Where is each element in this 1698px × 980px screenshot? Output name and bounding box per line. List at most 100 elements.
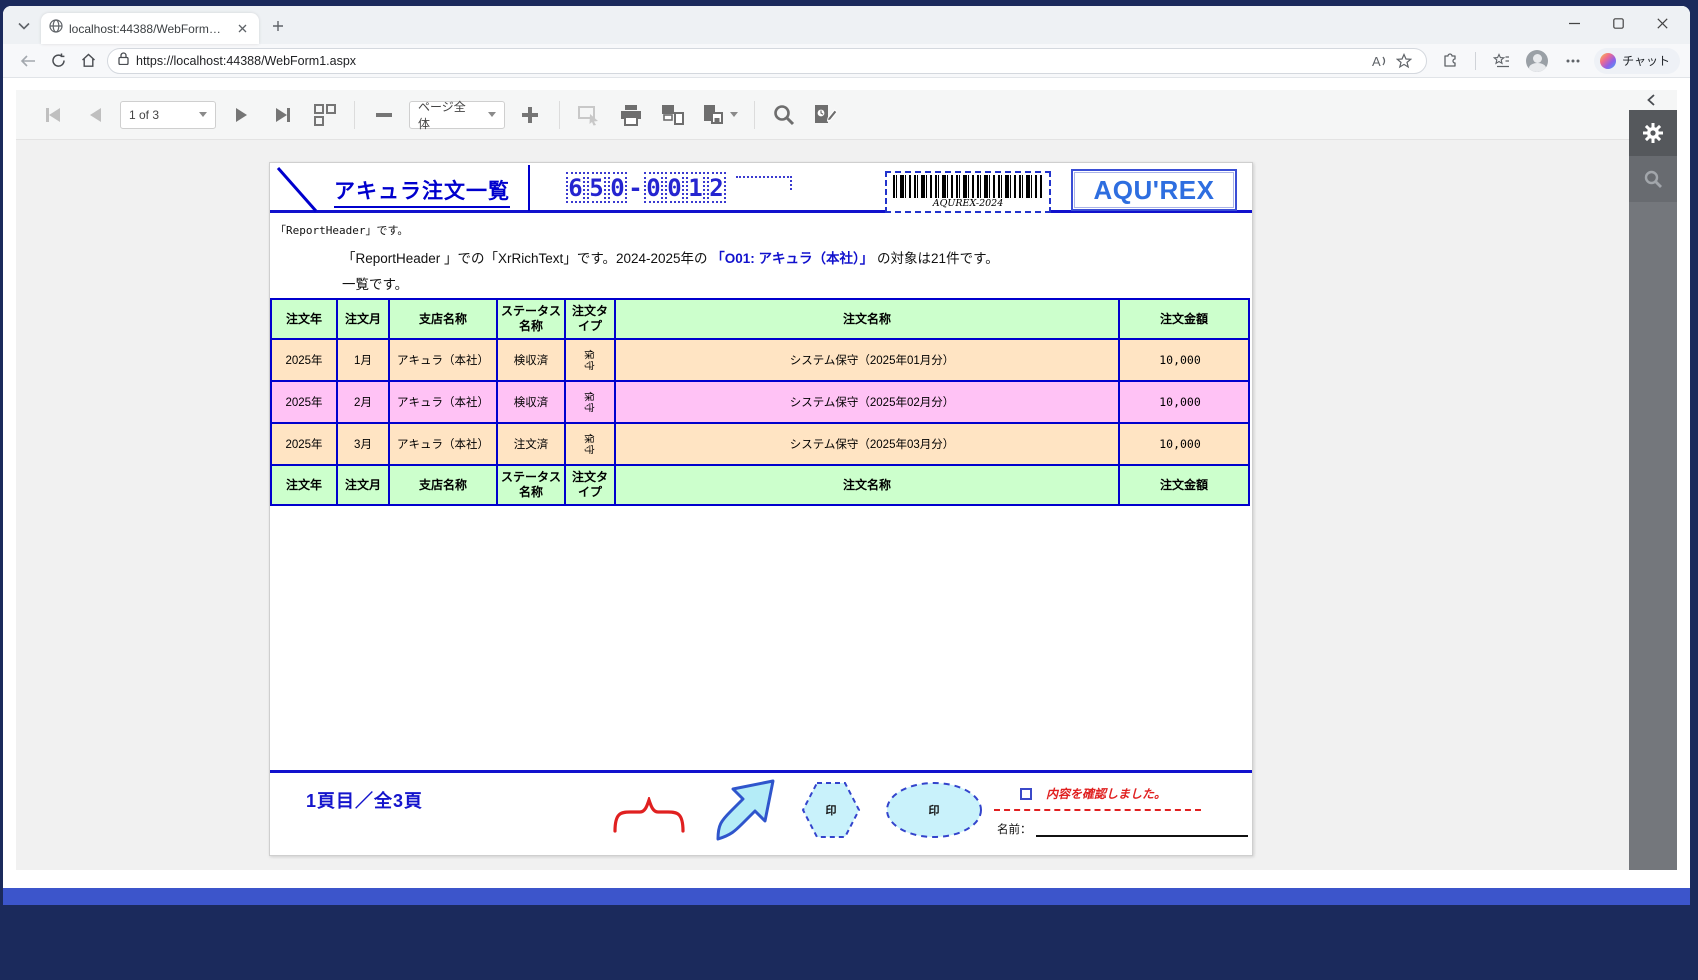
zoom-in-button[interactable] — [513, 98, 547, 132]
cell-type: 保守 — [565, 381, 615, 423]
cell-year: 2025年 — [271, 381, 337, 423]
table-row: 2025年 3月 アキュラ（本社） 注文済 保守 システム保守（2025年03月… — [271, 423, 1249, 465]
extensions-icon[interactable] — [1435, 47, 1465, 75]
address-bar[interactable]: https://localhost:44388/WebForm1.aspx A — [107, 48, 1427, 74]
viewer-toolbar: 1 of 3 ページ全体 — [16, 90, 1677, 140]
read-aloud-icon[interactable]: A — [1368, 50, 1392, 72]
cell-branch: アキュラ（本社） — [389, 423, 497, 465]
confirm-text: 内容を確認しました。 — [1046, 785, 1166, 802]
settings-ellipsis-icon[interactable] — [1558, 47, 1588, 75]
rich-text-line2: 一覧です。 — [342, 273, 408, 293]
rich-text-line1: 「ReportHeader 」での「XrRichText」です。2024-202… — [342, 247, 999, 267]
arrow-shape — [711, 777, 779, 845]
favorite-star-icon[interactable] — [1392, 50, 1416, 72]
url-text: https://localhost:44388/WebForm1.aspx — [136, 54, 356, 68]
report-page: アキュラ注文一覧 650-0012 AQUREX-2024 AQU'REX — [269, 162, 1253, 856]
panel-tab-settings[interactable] — [1629, 110, 1677, 156]
document-preview-area[interactable]: アキュラ注文一覧 650-0012 AQUREX-2024 AQU'REX — [16, 140, 1629, 870]
cell-year: 2025年 — [271, 339, 337, 381]
editing-fields-icon[interactable] — [809, 98, 843, 132]
cell-branch: アキュラ（本社） — [389, 381, 497, 423]
new-tab-button[interactable] — [265, 13, 291, 39]
viewer-side-panel — [1629, 110, 1677, 870]
cell-name: システム保守（2025年02月分） — [615, 381, 1119, 423]
page-number-select[interactable]: 1 of 3 — [120, 101, 216, 129]
cell-branch: アキュラ（本社） — [389, 339, 497, 381]
search-icon — [1643, 169, 1663, 189]
minimize-button[interactable] — [1552, 8, 1596, 38]
cell-name: システム保守（2025年03月分） — [615, 423, 1119, 465]
window-controls — [1552, 8, 1684, 38]
cell-name: システム保守（2025年01月分） — [615, 339, 1119, 381]
zoom-mode-value: ページ全体 — [418, 98, 472, 132]
browser-tab[interactable]: localhost:44388/WebForm1.aspx — [41, 13, 259, 44]
cell-month: 1月 — [337, 339, 389, 381]
search-icon[interactable] — [767, 98, 801, 132]
last-page-button[interactable] — [266, 98, 300, 132]
rich-text-highlight: 「O01: アキュラ（本社）」 — [711, 251, 873, 266]
rich-text-prefix: 「ReportHeader 」での「XrRichText」です。2024-202… — [342, 251, 711, 266]
profile-avatar[interactable] — [1522, 47, 1552, 75]
table-footer-caption-row: 注文年 注文月 支店名称 ステータス名称 注文タイプ 注文名称 注文金額 — [271, 465, 1249, 505]
back-icon[interactable] — [13, 47, 43, 75]
maximize-button[interactable] — [1596, 8, 1640, 38]
panel-tab-search[interactable] — [1629, 156, 1677, 202]
copilot-label: チャット — [1622, 52, 1670, 69]
brace-shape — [613, 797, 685, 835]
confirmation-block: 内容を確認しました。 — [994, 785, 1201, 811]
barcode: AQUREX-2024 — [885, 171, 1051, 213]
cell-amount: 10,000 — [1119, 381, 1249, 423]
prev-page-button[interactable] — [78, 98, 112, 132]
cell-status: 注文済 — [497, 423, 565, 465]
refresh-icon[interactable] — [43, 47, 73, 75]
report-title: アキュラ注文一覧 — [334, 175, 510, 208]
bottom-blue-bar — [3, 888, 1690, 905]
postal-dotted-tick — [790, 176, 792, 190]
zoom-mode-select[interactable]: ページ全体 — [409, 101, 505, 129]
rich-text-suffix: の対象は21件です。 — [873, 251, 998, 266]
lock-icon — [118, 52, 129, 70]
copilot-icon — [1600, 53, 1616, 69]
close-button[interactable] — [1640, 8, 1684, 38]
next-page-button[interactable] — [224, 98, 258, 132]
export-dropdown-button[interactable] — [698, 98, 742, 132]
copilot-chat-button[interactable]: チャット — [1594, 48, 1680, 74]
page-count-label: 1頁目／全3頁 — [306, 787, 423, 813]
table-header-row: 注文年 注文月 支店名称 ステータス名称 注文タイプ 注文名称 注文金額 — [271, 299, 1249, 339]
barcode-bars — [893, 175, 1043, 199]
tab-search-button[interactable] — [11, 13, 37, 39]
company-logo-text: AQU'REX — [1094, 175, 1215, 206]
report-viewer: 1 of 3 ページ全体 — [16, 90, 1677, 870]
col-order-year: 注文年 — [271, 299, 337, 339]
col-order-name: 注文名称 — [615, 299, 1119, 339]
cell-amount: 10,000 — [1119, 339, 1249, 381]
tab-close-icon[interactable] — [233, 20, 251, 38]
hexagon-stamp: 印 — [799, 779, 863, 841]
collections-icon[interactable] — [1486, 47, 1516, 75]
col-branch-name: 支店名称 — [389, 299, 497, 339]
col-order-amount: 注文金額 — [1119, 299, 1249, 339]
col-status-name: ステータス名称 — [497, 299, 565, 339]
diagonal-line-shape — [274, 165, 324, 218]
first-page-button[interactable] — [36, 98, 70, 132]
confirm-checkbox[interactable] — [1020, 788, 1032, 800]
print-page-icon[interactable] — [656, 98, 690, 132]
table-row: 2025年 2月 アキュラ（本社） 検収済 保守 システム保守（2025年02月… — [271, 381, 1249, 423]
highlight-fields-icon[interactable] — [572, 98, 606, 132]
name-underline — [1036, 823, 1249, 837]
page-indicator: 1 of 3 — [129, 108, 159, 122]
header-separator-line — [528, 165, 530, 211]
cell-status: 検収済 — [497, 381, 565, 423]
svg-text:A: A — [1372, 54, 1381, 68]
page-content: 1 of 3 ページ全体 — [3, 78, 1690, 888]
cell-amount: 10,000 — [1119, 423, 1249, 465]
stamp-label: 印 — [826, 804, 837, 817]
print-icon[interactable] — [614, 98, 648, 132]
zoom-out-button[interactable] — [367, 98, 401, 132]
home-icon[interactable] — [73, 47, 103, 75]
multipage-view-icon[interactable] — [308, 98, 342, 132]
tab-strip: localhost:44388/WebForm1.aspx — [3, 6, 1690, 44]
report-footer: 1頁目／全3頁 印 印 — [270, 770, 1252, 855]
stamp-label: 印 — [929, 804, 940, 817]
panel-collapse-chevron[interactable] — [1639, 90, 1663, 110]
